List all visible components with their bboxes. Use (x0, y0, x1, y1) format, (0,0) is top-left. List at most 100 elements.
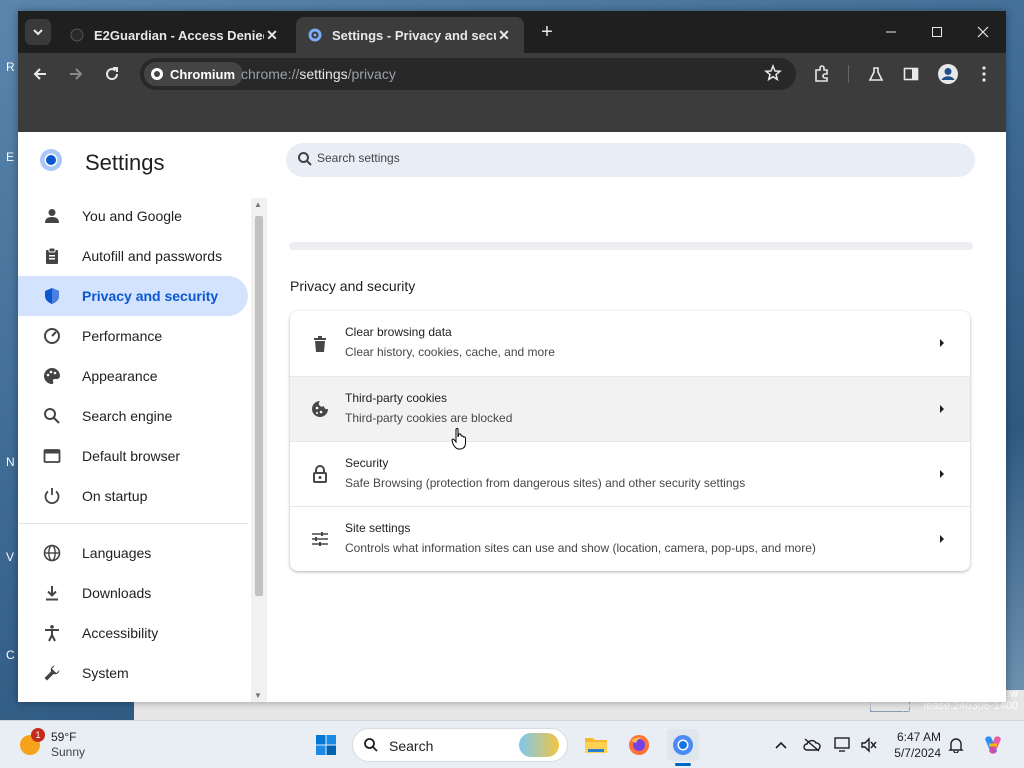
row-subtitle: Safe Browsing (protection from dangerous… (345, 476, 746, 490)
cloud-offline-icon[interactable] (802, 735, 822, 755)
gear-icon (308, 28, 322, 42)
browser-window: E2Guardian - Access Denied ✕ Settings - … (18, 11, 1006, 702)
sidebar-item-languages[interactable]: Languages (18, 533, 248, 573)
network-icon[interactable] (833, 735, 853, 755)
url-text[interactable]: chrome://settings/privacy (241, 66, 396, 82)
row-title: Third-party cookies (345, 391, 448, 405)
sidebar-divider (18, 523, 248, 524)
sidebar-item-default-browser[interactable]: Default browser (18, 436, 248, 476)
sidebar-item-system[interactable]: System (18, 653, 248, 693)
sidebar-item-you-and-google[interactable]: You and Google (18, 196, 248, 236)
search-input[interactable] (317, 151, 917, 165)
sidebar-item-label: System (82, 665, 129, 681)
hand-cursor-icon (451, 428, 466, 450)
row-site-settings[interactable]: Site settings Controls what information s… (290, 506, 970, 571)
profile-button[interactable] (935, 61, 961, 87)
notification-bell-icon[interactable] (946, 735, 966, 755)
extensions-button[interactable] (809, 61, 835, 87)
search-icon (42, 406, 62, 426)
close-tab-icon[interactable]: ✕ (264, 27, 280, 43)
close-window-button[interactable] (960, 11, 1006, 53)
running-indicator (675, 763, 691, 766)
chromium-logo-icon (40, 149, 62, 171)
firefox-button[interactable] (623, 729, 655, 761)
maximize-button[interactable] (914, 11, 960, 53)
sidebar-item-downloads[interactable]: Downloads (18, 573, 248, 613)
weather-condition: Sunny (51, 745, 86, 759)
row-title: Security (345, 456, 389, 470)
address-bar[interactable]: Chromium chrome://settings/privacy (140, 58, 796, 90)
forward-button[interactable] (63, 61, 89, 87)
system-clock[interactable]: 6:47 AM 5/7/2024 (885, 729, 941, 761)
tab-settings[interactable]: Settings - Privacy and security ✕ (296, 17, 524, 53)
wrench-icon (42, 663, 62, 683)
sidebar-item-label: Privacy and security (82, 288, 219, 304)
privacy-card: Clear browsing data Clear history, cookie… (290, 311, 970, 571)
avatar-icon (938, 64, 958, 84)
download-icon (42, 583, 62, 603)
sidebar-item-on-startup[interactable]: On startup (18, 476, 248, 516)
sidebar-item-performance[interactable]: Performance (18, 316, 248, 356)
new-tab-button[interactable]: + (536, 21, 558, 43)
weather-widget[interactable]: 1 59°F Sunny (18, 727, 138, 763)
taskbar: 1 59°F Sunny Search 6:47 AM 5/7/2024 (0, 720, 1024, 768)
reload-button[interactable] (99, 61, 125, 87)
minimize-button[interactable] (868, 11, 914, 53)
sidebar-item-autofill[interactable]: Autofill and passwords (18, 236, 248, 276)
browser-icon (42, 446, 62, 466)
chromium-taskbar-button[interactable] (667, 729, 699, 761)
scroll-down-arrow-icon[interactable]: ▼ (254, 691, 262, 700)
row-title: Site settings (345, 521, 411, 535)
sidebar-item-label: Accessibility (82, 625, 159, 641)
scroll-up-arrow-icon[interactable]: ▲ (254, 200, 262, 209)
tab-search-button[interactable] (25, 19, 51, 45)
scrollbar-thumb[interactable] (255, 216, 263, 596)
row-clear-browsing-data[interactable]: Clear browsing data Clear history, cookie… (290, 311, 970, 376)
close-tab-icon[interactable]: ✕ (496, 27, 512, 43)
lock-icon (310, 464, 330, 484)
taskbar-search[interactable]: Search (352, 728, 568, 762)
tab-e2guardian[interactable]: E2Guardian - Access Denied ✕ (58, 17, 292, 53)
row-third-party-cookies[interactable]: Third-party cookies Third-party cookies a… (290, 376, 970, 441)
sidebar-item-appearance[interactable]: Appearance (18, 356, 248, 396)
chromium-icon (673, 735, 693, 755)
bookmark-star-icon[interactable] (764, 63, 782, 87)
settings-search[interactable] (286, 143, 975, 177)
site-info-chip[interactable]: Chromium (144, 62, 243, 86)
weather-temp: 59°F (51, 730, 77, 744)
windows-logo-icon (316, 735, 336, 755)
search-icon (298, 152, 312, 166)
row-subtitle: Clear history, cookies, cache, and more (345, 345, 555, 359)
sidebar-item-label: On startup (82, 488, 148, 504)
trash-icon (310, 334, 330, 354)
row-security[interactable]: Security Safe Browsing (protection from d… (290, 441, 970, 506)
labs-button[interactable] (863, 61, 889, 87)
menu-button[interactable] (971, 61, 997, 87)
file-explorer-button[interactable] (580, 729, 612, 761)
side-panel-button[interactable] (898, 61, 924, 87)
sidebar-item-privacy[interactable]: Privacy and security (18, 276, 248, 316)
url-prefix: chrome:// (241, 66, 300, 82)
tab-title: E2Guardian - Access Denied (94, 27, 264, 43)
sidebar-item-accessibility[interactable]: Accessibility (18, 613, 248, 653)
tray-overflow-chevron-icon[interactable] (771, 735, 791, 755)
collapsed-card-edge (289, 242, 973, 250)
close-icon (977, 26, 989, 38)
taskbar-search-label: Search (389, 738, 434, 754)
url-host: settings (299, 66, 348, 82)
shield-icon (42, 286, 62, 306)
back-button[interactable] (27, 61, 53, 87)
reload-icon (106, 67, 119, 81)
speedometer-icon (42, 326, 62, 346)
sidebar-item-label: Autofill and passwords (82, 248, 223, 264)
volume-muted-icon[interactable] (859, 735, 879, 755)
chip-label: Chromium (170, 66, 235, 82)
sidebar-item-search-engine[interactable]: Search engine (18, 396, 248, 436)
tab-title: Settings - Privacy and security (332, 27, 496, 43)
sidebar-scrollbar[interactable]: ▲ ▼ (251, 198, 267, 702)
clock-time: 6:47 AM (896, 730, 941, 744)
settings-page: Settings You and Google Autofill and pas… (18, 132, 1006, 702)
copilot-icon[interactable] (980, 732, 1006, 758)
start-button[interactable] (310, 729, 342, 761)
globe-icon (42, 543, 62, 563)
